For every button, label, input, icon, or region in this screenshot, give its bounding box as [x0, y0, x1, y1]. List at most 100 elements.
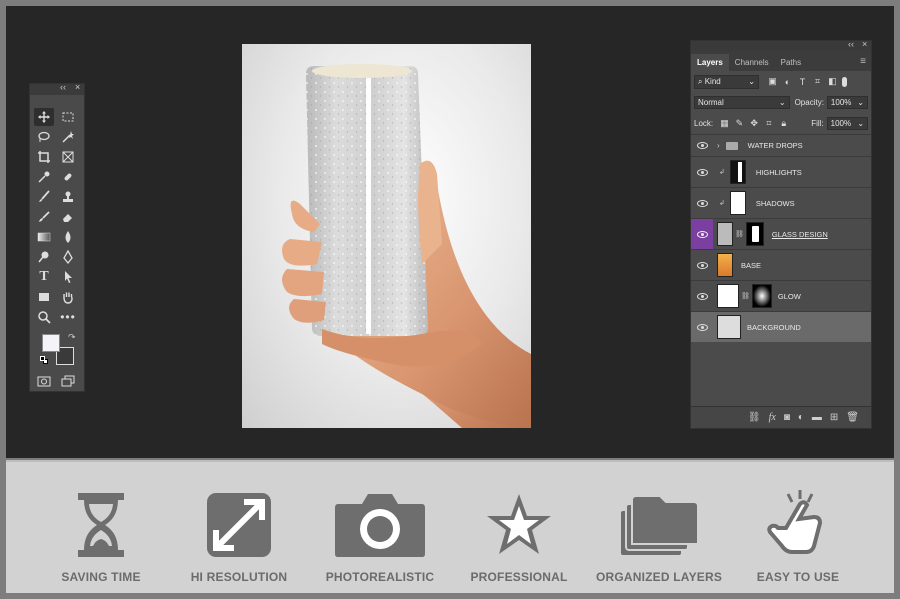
- rectangle-tool-icon[interactable]: [34, 288, 54, 306]
- opacity-input[interactable]: 100% ⌄: [826, 96, 868, 109]
- zoom-tool-icon[interactable]: [34, 308, 54, 326]
- link-layers-icon[interactable]: ⛓︎: [748, 412, 761, 423]
- tab-channels[interactable]: Channels: [729, 54, 775, 71]
- lock-all-icon[interactable]: 🔒︎: [778, 118, 789, 129]
- filter-kind-value: Kind: [704, 76, 721, 86]
- layer-mask-thumbnail: [745, 222, 764, 246]
- tab-paths[interactable]: Paths: [775, 54, 807, 71]
- adjustment-layer-icon[interactable]: ◐: [798, 412, 804, 423]
- layer-row-glow[interactable]: ⛓︎ GLOW: [691, 280, 871, 311]
- mockup-frame: ‹‹ × T ••• ↷ ‹‹ × Layers Channels Paths …: [0, 0, 900, 599]
- close-icon[interactable]: ×: [862, 39, 867, 49]
- feature-label: PHOTOREALISTIC: [325, 570, 435, 584]
- adjustment-filter-icon[interactable]: ◐: [782, 76, 793, 87]
- blend-mode-select[interactable]: Normal ⌄: [694, 96, 790, 109]
- visibility-eye-icon[interactable]: [691, 292, 713, 300]
- shape-filter-icon[interactable]: ⌗: [812, 76, 823, 87]
- screen-mode-icon[interactable]: [58, 372, 78, 390]
- feature-label: SAVING TIME: [61, 570, 141, 584]
- features-bar: SAVING TIME HI RESOLUTION PHOTOREALISTIC: [6, 460, 894, 593]
- layer-thumbnail: [717, 315, 741, 339]
- layer-mask-thumbnail: [751, 284, 772, 308]
- path-selection-tool-icon[interactable]: [58, 268, 78, 286]
- layer-row-water-drops[interactable]: › WATER DROPS: [691, 134, 871, 156]
- layer-name: WATER DROPS: [747, 141, 803, 150]
- chevron-down-icon: ⌄: [778, 98, 786, 107]
- lock-transparency-icon[interactable]: ▦: [719, 118, 730, 129]
- visibility-eye-icon[interactable]: [691, 199, 713, 207]
- delete-layer-icon[interactable]: 🗑︎: [846, 412, 859, 423]
- type-tool-icon[interactable]: T: [34, 268, 54, 286]
- quick-mask-icon[interactable]: [34, 372, 54, 390]
- default-colors-icon[interactable]: [40, 356, 48, 364]
- eyedropper-tool-icon[interactable]: [34, 168, 54, 186]
- blend-row: Normal ⌄ Opacity: 100% ⌄: [691, 92, 871, 113]
- layer-thumbnail: [717, 284, 739, 308]
- collapse-icon[interactable]: ‹‹: [60, 82, 66, 92]
- layer-row-base[interactable]: BASE: [691, 249, 871, 280]
- tools-panel-header[interactable]: ‹‹ ×: [30, 82, 84, 95]
- layer-list: › WATER DROPS ↲ HIGHLIGHTS ↲ SHADOWS ⛓︎ …: [691, 134, 871, 342]
- clipping-arrow-icon: ↲: [719, 169, 725, 176]
- filter-toggle-switch[interactable]: [842, 76, 847, 87]
- add-mask-icon[interactable]: ◙: [784, 412, 790, 423]
- foreground-color-swatch[interactable]: [42, 334, 60, 352]
- type-filter-icon[interactable]: T: [797, 76, 808, 87]
- close-icon[interactable]: ×: [75, 82, 80, 92]
- layer-row-highlights[interactable]: ↲ HIGHLIGHTS: [691, 156, 871, 187]
- crop-tool-icon[interactable]: [34, 148, 54, 166]
- collapse-icon[interactable]: ‹‹: [848, 39, 854, 49]
- fx-icon[interactable]: fx: [769, 412, 776, 423]
- stamp-tool-icon[interactable]: [58, 188, 78, 206]
- image-filter-icon[interactable]: ▣: [767, 76, 778, 87]
- link-chain-icon[interactable]: ⛓︎: [741, 292, 750, 300]
- lock-position-icon[interactable]: ✥: [749, 118, 760, 129]
- visibility-eye-icon[interactable]: [691, 218, 713, 250]
- photoshop-workspace: ‹‹ × T ••• ↷ ‹‹ × Layers Channels Paths …: [6, 6, 894, 458]
- visibility-eye-icon[interactable]: [691, 142, 713, 149]
- visibility-eye-icon[interactable]: [691, 168, 713, 176]
- expand-chevron-icon[interactable]: ›: [717, 141, 720, 150]
- visibility-eye-icon[interactable]: [691, 323, 713, 331]
- new-group-icon[interactable]: ▬: [812, 412, 822, 423]
- hand-tool-icon[interactable]: [58, 288, 78, 306]
- dodge-tool-icon[interactable]: [34, 248, 54, 266]
- lock-pixels-icon[interactable]: ✎: [734, 118, 745, 129]
- brush-tool-icon[interactable]: [34, 188, 54, 206]
- filter-kind-select[interactable]: ⌕ Kind ⌄: [694, 74, 759, 89]
- layer-row-glass-design[interactable]: ⛓︎ GLASS DESIGN: [691, 218, 871, 250]
- new-layer-icon[interactable]: ⊞: [830, 412, 838, 423]
- smart-object-filter-icon[interactable]: ◧: [827, 76, 838, 87]
- layers-panel: ‹‹ × Layers Channels Paths ≡ ⌕ Kind ⌄ ▣ ◐…: [690, 39, 872, 429]
- pen-tool-icon[interactable]: [58, 248, 78, 266]
- fill-input[interactable]: 100% ⌄: [826, 117, 869, 130]
- layers-panel-header[interactable]: ‹‹ ×: [691, 39, 871, 51]
- healing-brush-tool-icon[interactable]: [58, 168, 78, 186]
- swap-colors-icon[interactable]: ↷: [68, 332, 76, 343]
- tools-panel: ‹‹ × T ••• ↷: [29, 82, 85, 392]
- layer-row-background[interactable]: BACKGROUND: [691, 311, 871, 342]
- layer-row-shadows[interactable]: ↲ SHADOWS: [691, 187, 871, 218]
- feature-label: ORGANIZED LAYERS: [595, 570, 723, 584]
- blur-tool-icon[interactable]: [58, 228, 78, 246]
- magic-wand-tool-icon[interactable]: [58, 128, 78, 146]
- layer-thumbnail: [717, 253, 733, 277]
- feature-hi-resolution: HI RESOLUTION: [174, 490, 304, 584]
- panel-menu-icon[interactable]: ≡: [860, 56, 866, 67]
- move-tool-icon[interactable]: [34, 108, 54, 126]
- gradient-tool-icon[interactable]: [34, 228, 54, 246]
- eraser-tool-icon[interactable]: [58, 208, 78, 226]
- link-chain-icon[interactable]: ⛓︎: [735, 230, 744, 238]
- history-brush-tool-icon[interactable]: [34, 208, 54, 226]
- marquee-tool-icon[interactable]: [58, 108, 78, 126]
- visibility-eye-icon[interactable]: [691, 261, 713, 269]
- document-canvas[interactable]: [242, 44, 531, 428]
- frame-tool-icon[interactable]: [58, 148, 78, 166]
- layer-thumbnail: [717, 222, 733, 246]
- lasso-tool-icon[interactable]: [34, 128, 54, 146]
- search-icon: ⌕: [698, 76, 703, 86]
- more-tools-icon[interactable]: •••: [58, 308, 78, 326]
- artboard-lock-icon[interactable]: ⌗: [764, 118, 775, 129]
- layer-filter-row: ⌕ Kind ⌄ ▣ ◐ T ⌗ ◧: [691, 71, 871, 92]
- tab-layers[interactable]: Layers: [691, 54, 729, 71]
